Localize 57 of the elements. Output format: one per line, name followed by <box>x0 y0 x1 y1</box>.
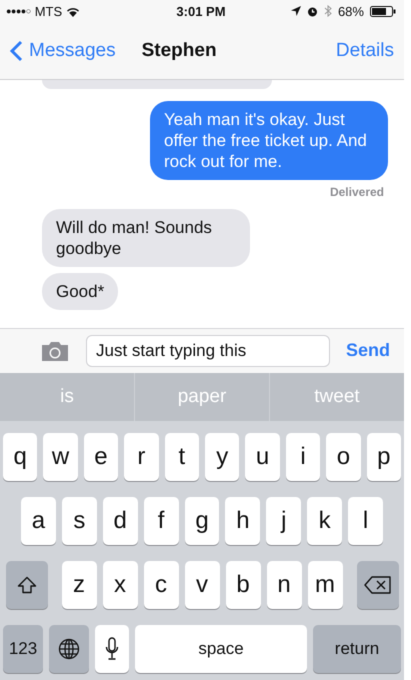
contact-name: Stephen <box>142 40 217 62</box>
details-button[interactable]: Details <box>336 40 394 62</box>
letter-key[interactable]: i <box>286 432 320 480</box>
carrier-name: MTS <box>34 4 62 18</box>
letter-key[interactable]: t <box>164 432 199 480</box>
microphone-icon <box>105 636 119 660</box>
letter-key[interactable]: y <box>205 432 240 480</box>
letter-key[interactable]: n <box>266 560 302 608</box>
letter-key[interactable]: o <box>326 432 361 480</box>
letter-key[interactable]: m <box>308 560 342 608</box>
numbers-key[interactable]: 123 <box>3 624 43 672</box>
letter-key[interactable]: z <box>62 560 96 608</box>
received-message-bubble: Will do man! Sounds goodbye <box>42 209 250 267</box>
letter-key[interactable]: u <box>245 432 280 480</box>
delete-key[interactable] <box>356 560 398 608</box>
letter-key[interactable]: e <box>84 432 118 480</box>
letter-key[interactable]: b <box>226 560 260 608</box>
letter-key[interactable]: r <box>124 432 159 480</box>
letter-key[interactable]: c <box>144 560 178 608</box>
camera-icon[interactable] <box>40 340 70 362</box>
letter-key[interactable]: d <box>102 496 138 544</box>
backspace-icon <box>364 576 392 594</box>
shift-key[interactable] <box>6 560 48 608</box>
globe-key[interactable] <box>49 624 89 672</box>
dictation-key[interactable] <box>95 624 129 672</box>
sent-message-bubble: Yeah man it's okay. Just offer the free ticket up. And rock out for me. <box>150 101 388 180</box>
letter-key[interactable]: h <box>225 496 260 544</box>
letter-key[interactable]: x <box>102 560 138 608</box>
received-message-bubble: Good* <box>42 273 118 310</box>
globe-icon <box>58 638 80 660</box>
letter-key[interactable]: j <box>266 496 302 544</box>
shift-arrow-icon <box>16 576 36 594</box>
signal-strength: ●●●●○ <box>6 6 31 16</box>
letter-key[interactable]: v <box>184 560 220 608</box>
battery-percentage: 68% <box>338 4 364 18</box>
battery-icon <box>370 6 396 16</box>
letter-key[interactable]: a <box>21 496 56 544</box>
return-key[interactable]: return <box>313 624 401 672</box>
chevron-left-icon <box>10 40 23 62</box>
letter-key[interactable]: g <box>184 496 220 544</box>
letter-key[interactable]: s <box>62 496 97 544</box>
letter-key[interactable]: f <box>144 496 179 544</box>
alarm-clock-icon <box>306 6 318 16</box>
bluetooth-icon <box>324 5 332 17</box>
letter-key[interactable]: l <box>348 496 384 544</box>
letter-key[interactable]: q <box>2 432 38 480</box>
letter-key[interactable]: w <box>43 432 78 480</box>
clock-time: 3:01 PM <box>176 4 226 18</box>
letter-key[interactable]: p <box>366 432 402 480</box>
send-button[interactable]: Send <box>346 340 390 361</box>
location-arrow-icon <box>290 6 301 16</box>
delivery-status: Delivered <box>330 185 384 199</box>
space-key[interactable]: space <box>135 624 307 672</box>
letter-key[interactable]: k <box>307 496 342 544</box>
wifi-icon <box>66 6 80 16</box>
back-button[interactable]: Messages <box>10 40 116 62</box>
message-input-field[interactable]: Just start typing this <box>86 334 330 366</box>
